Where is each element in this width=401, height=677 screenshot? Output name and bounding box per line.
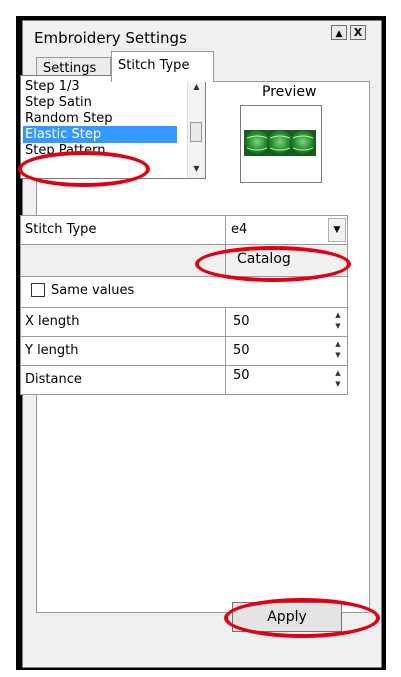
stitch-type-list[interactable]: Step 1/3 Step Satin Random Step Elastic … <box>20 75 206 179</box>
window-title: Embroidery Settings <box>34 29 187 47</box>
stitch-type-label: Stitch Type <box>25 222 97 237</box>
tab-stitch-type-label: Stitch Type <box>118 58 190 73</box>
x-length-spinner[interactable]: ▲ ▼ <box>331 310 345 332</box>
close-button[interactable]: X <box>350 25 366 40</box>
catalog-row: Catalog <box>20 244 348 277</box>
list-item[interactable]: Step Satin <box>23 94 94 111</box>
stitch-type-row: Stitch Type e4 ▼ <box>20 215 348 245</box>
tab-settings-label: Settings <box>43 61 97 76</box>
stitch-type-dropdown-button[interactable]: ▼ <box>328 218 346 242</box>
preview-label: Preview <box>262 84 317 100</box>
same-values-checkbox[interactable] <box>31 283 45 297</box>
same-values-label: Same values <box>51 283 135 298</box>
catalog-button[interactable]: Catalog <box>237 251 291 267</box>
scroll-down-icon[interactable]: ▼ <box>188 160 205 177</box>
y-length-label: Y length <box>25 343 79 358</box>
y-length-input[interactable]: 50 <box>233 343 250 358</box>
stitch-type-value[interactable]: e4 <box>231 222 247 237</box>
x-length-row: X length 50 ▲ ▼ <box>20 307 348 337</box>
tab-stitch-type[interactable]: Stitch Type <box>111 51 214 82</box>
same-values-row: Same values <box>20 276 348 308</box>
preview-box <box>240 105 322 183</box>
list-item-selected[interactable]: Elastic Step <box>23 126 177 143</box>
scroll-thumb[interactable] <box>190 122 202 142</box>
x-length-input[interactable]: 50 <box>233 314 250 329</box>
x-length-label: X length <box>25 314 80 329</box>
apply-button[interactable]: Apply <box>232 602 342 632</box>
chevron-down-icon: ▼ <box>333 225 341 235</box>
stitch-preview-image <box>244 130 316 156</box>
list-item[interactable]: Random Step <box>23 110 115 127</box>
triangle-up-icon: ▲ <box>335 29 343 39</box>
distance-input[interactable]: 50 <box>233 368 250 383</box>
distance-spinner[interactable]: ▲ ▼ <box>331 368 345 390</box>
list-item[interactable]: Step 1/3 <box>23 78 82 95</box>
list-item[interactable]: Step Pattern <box>23 142 108 159</box>
close-icon: X <box>353 26 363 39</box>
distance-label: Distance <box>25 372 82 387</box>
distance-row: Distance 50 ▲ ▼ <box>20 365 348 395</box>
y-length-row: Y length 50 ▲ ▼ <box>20 336 348 366</box>
help-button[interactable]: ▲ <box>331 25 347 40</box>
title-bar: Embroidery Settings ▲ X <box>23 21 381 47</box>
y-length-spinner[interactable]: ▲ ▼ <box>331 339 345 361</box>
list-scrollbar[interactable]: ▲ ▼ <box>187 76 205 178</box>
